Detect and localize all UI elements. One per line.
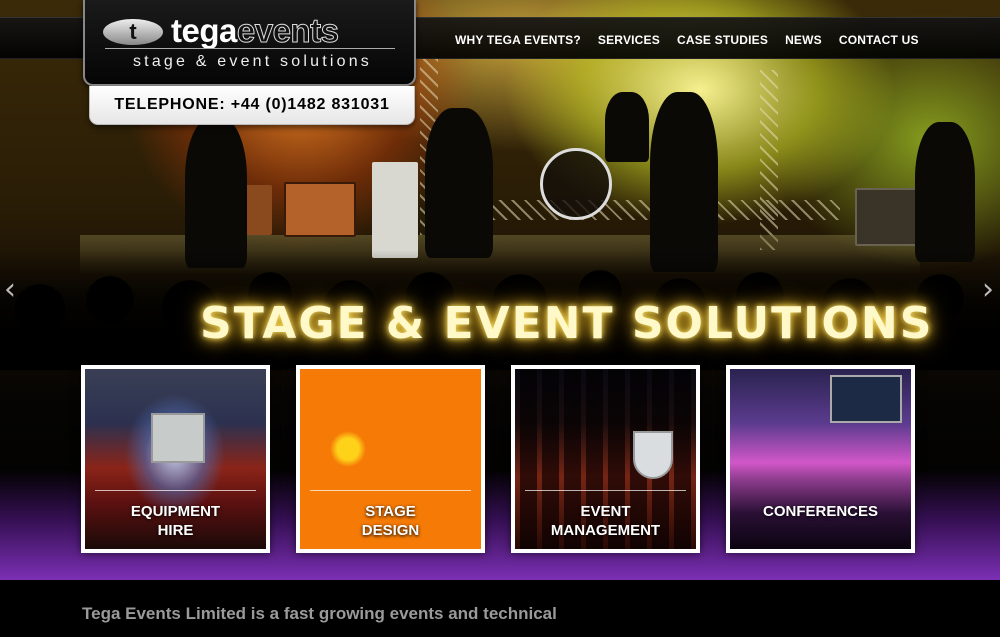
- logo-word-events: events: [236, 12, 339, 49]
- nav-why-tega-events[interactable]: WHY TEGA EVENTS?: [455, 33, 581, 47]
- tile-label-line1: STAGE: [365, 503, 416, 520]
- tile-divider: [525, 490, 686, 491]
- stage-truss: [760, 70, 778, 250]
- singer-figure: [650, 92, 718, 272]
- chevron-right-icon[interactable]: ›: [976, 272, 1000, 308]
- service-tile-conferences[interactable]: CONFERENCES: [726, 365, 915, 553]
- tile-label-line1: CONFERENCES: [762, 503, 878, 520]
- crest-image: [633, 431, 673, 479]
- hero-headline: STAGE & EVENT SOLUTIONS: [200, 298, 934, 349]
- tile-label-line1: EQUIPMENT: [130, 503, 221, 520]
- service-tile-equipment-hire[interactable]: EQUIPMENT HIRE: [81, 365, 270, 553]
- tile-label-line1: EVENT: [580, 503, 631, 520]
- logo-wordmark: tegaevents: [171, 12, 339, 49]
- tile-label-line2: DESIGN: [361, 522, 420, 539]
- guitarist-figure: [915, 122, 975, 262]
- tile-label: EVENT MANAGEMENT: [515, 502, 696, 540]
- logo-divider: [105, 48, 395, 49]
- nav-case-studies[interactable]: CASE STUDIES: [677, 33, 768, 47]
- main-nav: WHY TEGA EVENTS? SERVICES CASE STUDIES N…: [455, 33, 919, 47]
- telephone-tab: TELEPHONE: +44 (0)1482 831031: [89, 86, 415, 125]
- nav-contact-us[interactable]: CONTACT US: [839, 33, 919, 47]
- logo-word-tega: tega: [171, 12, 237, 49]
- tile-label-line2: HIRE: [157, 522, 194, 539]
- conference-screen: [830, 375, 902, 423]
- tile-label: EQUIPMENT HIRE: [85, 502, 266, 540]
- service-tile-event-management[interactable]: EVENT MANAGEMENT: [511, 365, 700, 553]
- tile-label-line2: MANAGEMENT: [550, 522, 661, 539]
- logo-tagline: stage & event solutions: [132, 53, 373, 70]
- nav-services[interactable]: SERVICES: [598, 33, 660, 47]
- tile-divider: [95, 490, 256, 491]
- bassist-figure: [425, 108, 493, 258]
- drummer-figure: [605, 92, 649, 162]
- bass-drum: [540, 148, 612, 220]
- projection-screen: [151, 413, 205, 463]
- guitarist-figure: [185, 118, 247, 268]
- site-logo[interactable]: t tegaevents stage & event solutions: [83, 0, 416, 86]
- telephone-number: TELEPHONE: +44 (0)1482 831031: [114, 96, 390, 113]
- tile-label: CONFERENCES: [730, 502, 911, 521]
- intro-text: Tega Events Limited is a fast growing ev…: [82, 604, 557, 623]
- nav-news[interactable]: NEWS: [785, 33, 822, 47]
- amplifier: [284, 182, 356, 237]
- tile-label: STAGE DESIGN: [300, 502, 481, 540]
- logo-mark-icon: t: [103, 19, 163, 45]
- tile-divider: [310, 490, 471, 491]
- chevron-left-icon[interactable]: ‹: [0, 272, 22, 308]
- amplifier: [372, 162, 418, 258]
- service-tile-stage-design[interactable]: STAGE DESIGN: [296, 365, 485, 553]
